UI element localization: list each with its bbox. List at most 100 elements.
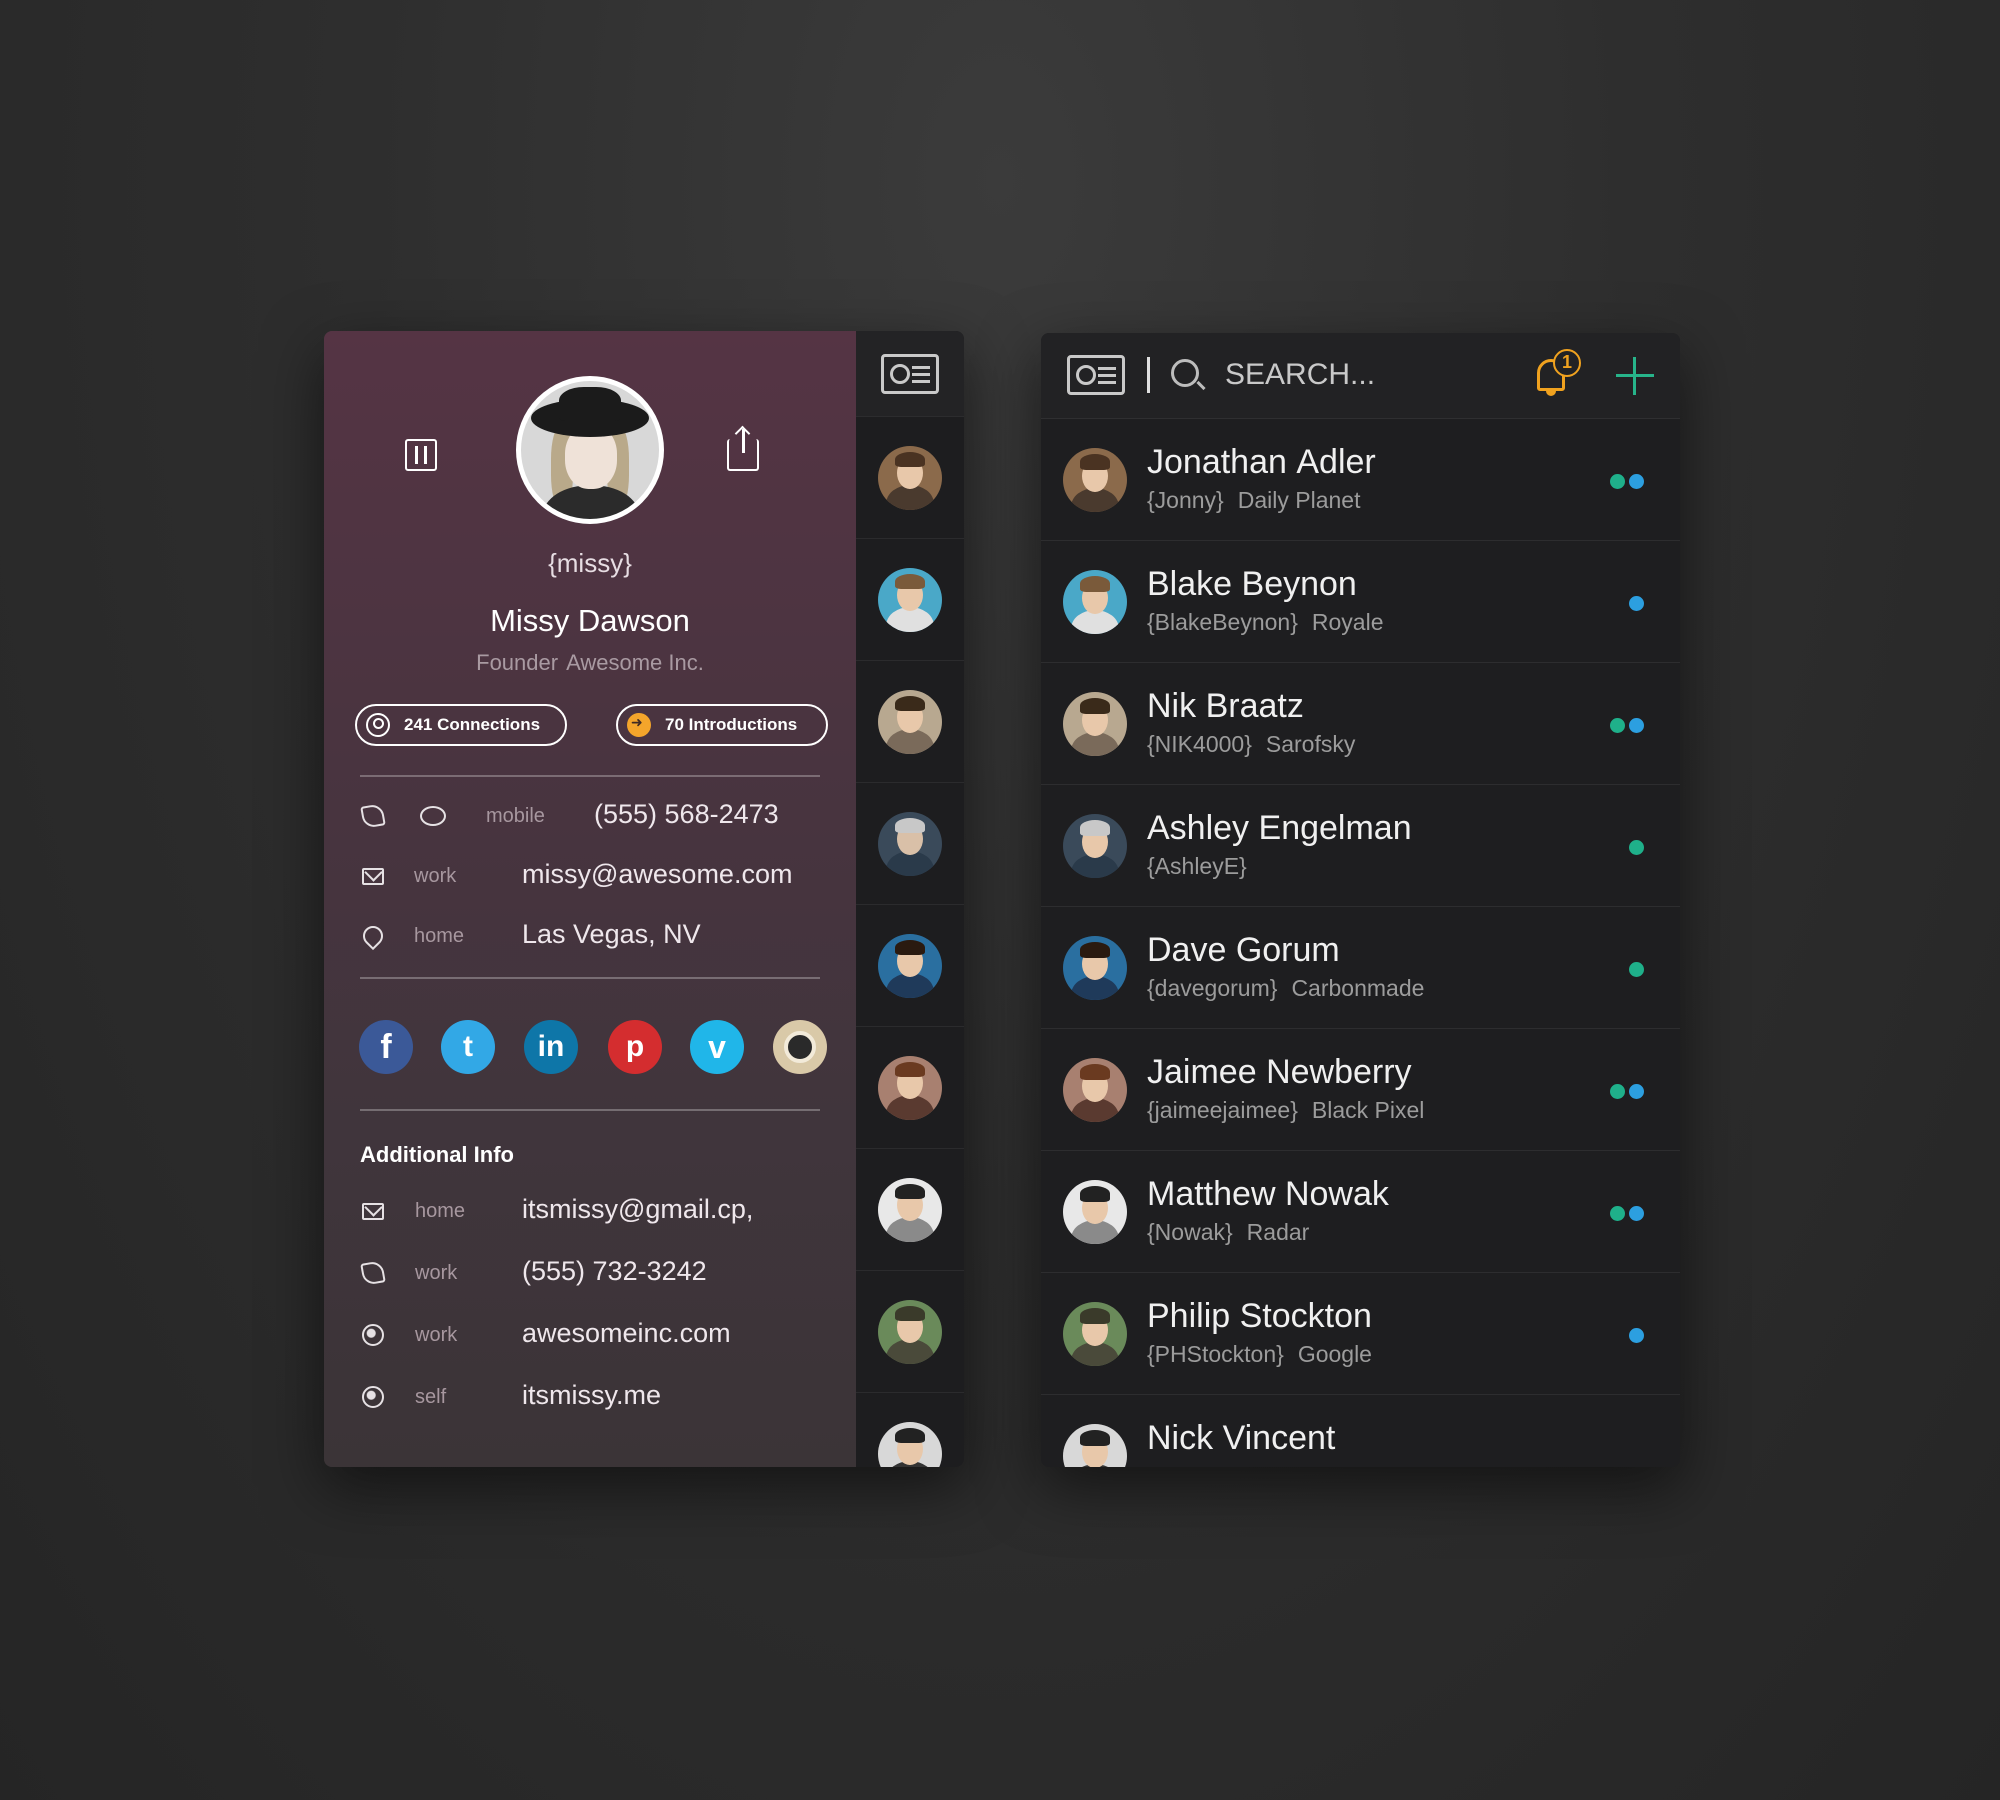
header-separator xyxy=(1147,357,1150,393)
strip-avatar[interactable] xyxy=(856,905,964,1027)
contact-first-name: Philip xyxy=(1147,1297,1231,1335)
strip-avatar[interactable] xyxy=(856,417,964,539)
contact-card-icon[interactable] xyxy=(881,353,939,394)
avatar xyxy=(1063,1424,1127,1467)
additional-label: work xyxy=(415,1324,458,1346)
contact-subtitle: {AshleyE} xyxy=(1147,853,1261,880)
profile-card: {missy} Missy Dawson Founder Awesome Inc.… xyxy=(324,331,856,1467)
contact-row[interactable]: Matthew Nowak {Nowak} Radar xyxy=(1041,1151,1680,1273)
contact-card-icon[interactable] xyxy=(1067,355,1125,395)
contact-row[interactable]: Jaimee Newberry {jaimeejaimee} Black Pixel xyxy=(1041,1029,1680,1151)
contact-company: Google xyxy=(1297,1341,1372,1367)
strip-avatar[interactable] xyxy=(856,783,964,905)
contact-name: Blake Beynon xyxy=(1147,565,1357,604)
contact-first-name: Nick xyxy=(1147,1419,1214,1457)
additional-row-self[interactable]: self itsmissy.me xyxy=(324,1377,856,1417)
divider xyxy=(360,1109,820,1111)
status-dots xyxy=(1629,596,1644,611)
contact-value[interactable]: Las Vegas, NV xyxy=(522,919,701,950)
twitter-icon[interactable]: t xyxy=(441,1020,495,1074)
additional-value[interactable]: itsmissy@gmail.cp, xyxy=(522,1194,753,1225)
additional-row-website[interactable]: work awesomeinc.com xyxy=(324,1315,856,1355)
contact-row[interactable]: Dave Gorum {davegorum} Carbonmade xyxy=(1041,907,1680,1029)
contact-value[interactable]: (555) 568-2473 xyxy=(594,799,779,830)
status-dot-green xyxy=(1629,962,1644,977)
instagram-icon[interactable] xyxy=(773,1020,827,1074)
status-dot-green xyxy=(1610,1206,1625,1221)
profile-subtitle: Founder Awesome Inc. xyxy=(324,650,856,676)
search-input[interactable] xyxy=(1225,355,1525,395)
share-icon[interactable] xyxy=(727,429,759,471)
list-header: 1 xyxy=(1041,333,1680,419)
status-dot-green xyxy=(1629,840,1644,855)
contact-first-name: Jaimee xyxy=(1147,1053,1257,1091)
status-dot-blue xyxy=(1629,718,1644,733)
additional-value[interactable]: awesomeinc.com xyxy=(522,1318,731,1349)
pinterest-icon[interactable]: p xyxy=(608,1020,662,1074)
status-dots xyxy=(1610,1084,1644,1099)
additional-value[interactable]: itsmissy.me xyxy=(522,1380,661,1411)
contact-company: Carbonmade xyxy=(1291,975,1425,1001)
strip-avatar[interactable] xyxy=(856,661,964,783)
profile-handle: {missy} xyxy=(548,548,632,578)
contact-row[interactable]: Ashley Engelman {AshleyE} xyxy=(1041,785,1680,907)
additional-label: work xyxy=(415,1262,458,1284)
contact-row[interactable]: Philip Stockton {PHStockton} Google xyxy=(1041,1273,1680,1395)
search-icon[interactable] xyxy=(1171,359,1199,387)
contact-subtitle: {BlakeBeynon} Royale xyxy=(1147,609,1384,636)
additional-value[interactable]: (555) 732-3242 xyxy=(522,1256,707,1287)
phone-icon[interactable] xyxy=(360,1260,386,1286)
status-dot-blue xyxy=(1629,596,1644,611)
mail-icon xyxy=(362,868,384,885)
additional-row-phone[interactable]: work (555) 732-3242 xyxy=(324,1253,856,1293)
status-dots xyxy=(1610,1206,1644,1221)
contact-last-name: Nowak xyxy=(1284,1175,1389,1213)
contact-row-email[interactable]: work missy@awesome.com xyxy=(324,856,856,896)
contact-row[interactable]: Blake Beynon {BlakeBeynon} Royale xyxy=(1041,541,1680,663)
people-icon xyxy=(366,713,390,737)
additional-row-email[interactable]: home itsmissy@gmail.cp, xyxy=(324,1191,856,1231)
contact-row[interactable]: Nik Braatz {NIK4000} Sarofsky xyxy=(1041,663,1680,785)
facebook-icon[interactable]: f xyxy=(359,1020,413,1074)
contact-row-location[interactable]: home Las Vegas, NV xyxy=(324,916,856,956)
profile-name: Missy Dawson xyxy=(490,603,690,638)
profile-panel: {missy} Missy Dawson Founder Awesome Inc.… xyxy=(324,331,964,1467)
connections-button[interactable]: 241 Connections xyxy=(355,704,567,746)
contact-last-name: Stockton xyxy=(1239,1297,1372,1335)
globe-icon xyxy=(362,1324,384,1346)
contact-row[interactable]: Jonathan Adler {Jonny} Daily Planet xyxy=(1041,419,1680,541)
linkedin-icon[interactable]: in xyxy=(524,1020,578,1074)
vimeo-icon[interactable]: v xyxy=(690,1020,744,1074)
contact-subtitle: {Nowak} Radar xyxy=(1147,1219,1309,1246)
strip-avatar[interactable] xyxy=(856,1149,964,1271)
strip-avatar[interactable] xyxy=(856,1271,964,1393)
contact-last-name: Braatz xyxy=(1205,687,1304,725)
contact-first-name: Blake xyxy=(1147,565,1233,603)
contact-row[interactable]: Nick Vincent xyxy=(1041,1395,1680,1467)
avatar xyxy=(1063,692,1127,756)
status-dot-blue xyxy=(1629,1328,1644,1343)
contact-value[interactable]: missy@awesome.com xyxy=(522,859,792,890)
contact-last-name: Beynon xyxy=(1241,565,1357,603)
contact-name: Jonathan Adler xyxy=(1147,443,1376,482)
strip-avatar[interactable] xyxy=(856,1393,964,1467)
contact-name: Dave Gorum xyxy=(1147,931,1340,970)
divider xyxy=(360,977,820,979)
contact-subtitle: {davegorum} Carbonmade xyxy=(1147,975,1424,1002)
contact-handle: {NIK4000} xyxy=(1147,731,1252,757)
sliders-icon[interactable] xyxy=(405,439,437,471)
avatar xyxy=(1063,570,1127,634)
introductions-button[interactable]: 70 Introductions xyxy=(616,704,828,746)
contact-last-name: Vincent xyxy=(1222,1419,1336,1457)
phone-icon[interactable] xyxy=(360,803,386,829)
chat-icon[interactable] xyxy=(420,806,446,826)
strip-avatar[interactable] xyxy=(856,1027,964,1149)
contact-row-mobile[interactable]: mobile (555) 568-2473 xyxy=(324,796,856,836)
add-contact-icon[interactable] xyxy=(1616,357,1654,395)
strip-avatar[interactable] xyxy=(856,539,964,661)
status-dots xyxy=(1629,840,1644,855)
avatar xyxy=(878,567,942,632)
status-dots xyxy=(1610,718,1644,733)
status-dot-blue xyxy=(1629,1084,1644,1099)
avatar xyxy=(878,933,942,998)
